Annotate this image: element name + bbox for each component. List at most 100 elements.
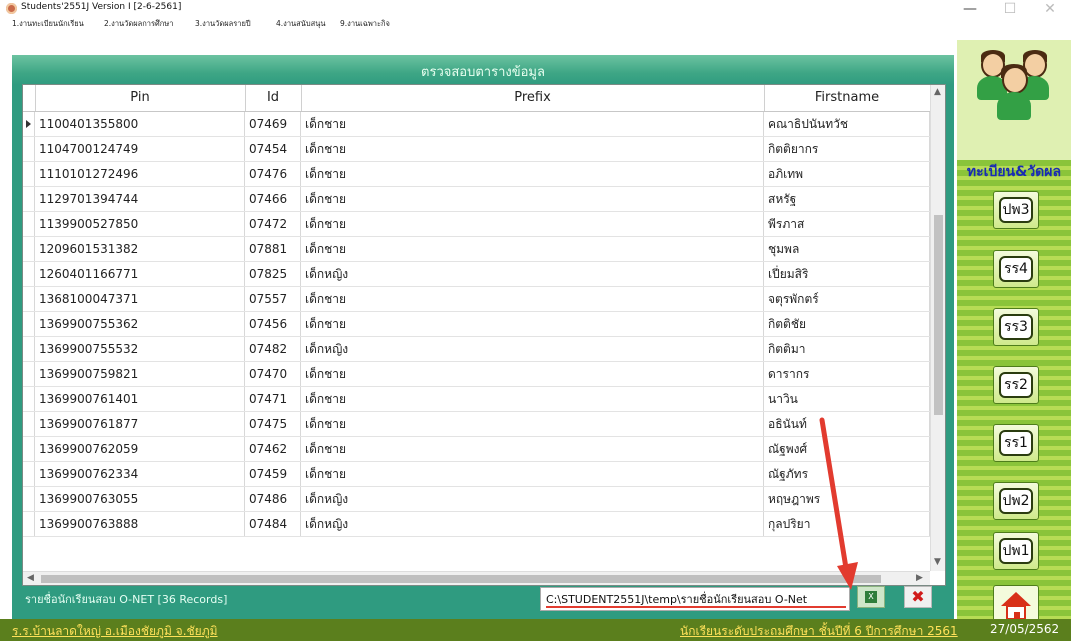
cell-prefix[interactable]: เด็กชาย bbox=[301, 237, 764, 261]
cell-firstname[interactable]: พีรภาส bbox=[764, 212, 930, 236]
column-header-prefix[interactable]: Prefix bbox=[301, 85, 765, 111]
cell-firstname[interactable]: กุลปริยา bbox=[764, 512, 930, 536]
cell-id[interactable]: 07475 bbox=[245, 412, 301, 436]
cell-prefix[interactable]: เด็กชาย bbox=[301, 287, 764, 311]
table-row[interactable]: 1369900762334 07459 เด็กชาย ณัฐภัทร bbox=[23, 462, 945, 487]
cell-prefix[interactable]: เด็กชาย bbox=[301, 112, 764, 136]
cell-pin[interactable]: 1129701394744 bbox=[35, 187, 245, 211]
cell-firstname[interactable]: จตุรพักตร์ bbox=[764, 287, 930, 311]
table-row[interactable]: 1368100047371 07557 เด็กชาย จตุรพักตร์ bbox=[23, 287, 945, 312]
vertical-scrollbar[interactable]: ▲ ▼ bbox=[930, 85, 945, 571]
table-row[interactable]: 1369900762059 07462 เด็กชาย ณัฐพงศ์ bbox=[23, 437, 945, 462]
menu-special[interactable]: 9.งานเฉพาะกิจ bbox=[340, 18, 390, 30]
row-indicator[interactable] bbox=[23, 462, 35, 486]
row-indicator[interactable] bbox=[23, 437, 35, 461]
row-indicator[interactable] bbox=[23, 412, 35, 436]
cell-id[interactable]: 07454 bbox=[245, 137, 301, 161]
cell-firstname[interactable]: สหรัฐ bbox=[764, 187, 930, 211]
scroll-right-icon[interactable]: ▶ bbox=[916, 573, 923, 583]
cell-prefix[interactable]: เด็กชาย bbox=[301, 362, 764, 386]
cell-prefix[interactable]: เด็กชาย bbox=[301, 212, 764, 236]
row-indicator[interactable] bbox=[23, 237, 35, 261]
row-indicator[interactable] bbox=[23, 112, 35, 136]
cell-id[interactable]: 07484 bbox=[245, 512, 301, 536]
row-indicator[interactable] bbox=[23, 187, 35, 211]
row-indicator[interactable] bbox=[23, 287, 35, 311]
row-indicator[interactable] bbox=[23, 162, 35, 186]
column-header-firstname[interactable]: Firstname bbox=[764, 85, 931, 111]
close-panel-button[interactable]: ✖ bbox=[904, 586, 932, 608]
cell-firstname[interactable]: หฤษฎาพร bbox=[764, 487, 930, 511]
button-rr4[interactable]: รร4 bbox=[993, 250, 1039, 288]
cell-id[interactable]: 07470 bbox=[245, 362, 301, 386]
table-row[interactable]: 1369900759821 07470 เด็กชาย ดารากร bbox=[23, 362, 945, 387]
cell-prefix[interactable]: เด็กหญิง bbox=[301, 337, 764, 361]
table-row[interactable]: 1129701394744 07466 เด็กชาย สหรัฐ bbox=[23, 187, 945, 212]
cell-prefix[interactable]: เด็กชาย bbox=[301, 462, 764, 486]
cell-firstname[interactable]: กิตติมา bbox=[764, 337, 930, 361]
cell-prefix[interactable]: เด็กชาย bbox=[301, 437, 764, 461]
button-pp3[interactable]: ปพ3 bbox=[993, 191, 1039, 229]
column-header-pin[interactable]: Pin bbox=[35, 85, 246, 111]
row-indicator[interactable] bbox=[23, 312, 35, 336]
scroll-down-icon[interactable]: ▼ bbox=[934, 557, 941, 567]
row-indicator[interactable] bbox=[23, 487, 35, 511]
cell-id[interactable]: 07462 bbox=[245, 437, 301, 461]
cell-id[interactable]: 07456 bbox=[245, 312, 301, 336]
cell-pin[interactable]: 1369900755362 bbox=[35, 312, 245, 336]
cell-firstname[interactable]: ชุมพล bbox=[764, 237, 930, 261]
row-indicator[interactable] bbox=[23, 212, 35, 236]
cell-firstname[interactable]: นาวิน bbox=[764, 387, 930, 411]
cell-prefix[interactable]: เด็กชาย bbox=[301, 312, 764, 336]
cell-id[interactable]: 07557 bbox=[245, 287, 301, 311]
cell-firstname[interactable]: กิตติยากร bbox=[764, 137, 930, 161]
cell-pin[interactable]: 1369900763888 bbox=[35, 512, 245, 536]
menu-evaluation[interactable]: 2.งานวัดผลการศึกษา bbox=[104, 18, 173, 30]
table-row[interactable]: 1104700124749 07454 เด็กชาย กิตติยากร bbox=[23, 137, 945, 162]
cell-pin[interactable]: 1369900762059 bbox=[35, 437, 245, 461]
cell-prefix[interactable]: เด็กชาย bbox=[301, 187, 764, 211]
cell-id[interactable]: 07476 bbox=[245, 162, 301, 186]
button-pp1[interactable]: ปพ1 bbox=[993, 532, 1039, 570]
cell-pin[interactable]: 1110101272496 bbox=[35, 162, 245, 186]
menu-registration[interactable]: 1.งานทะเบียนนักเรียน bbox=[12, 18, 84, 30]
row-indicator[interactable] bbox=[23, 387, 35, 411]
cell-pin[interactable]: 1369900759821 bbox=[35, 362, 245, 386]
cell-id[interactable]: 07881 bbox=[245, 237, 301, 261]
table-row[interactable]: 1369900755362 07456 เด็กชาย กิตติชัย bbox=[23, 312, 945, 337]
table-row[interactable]: 1209601531382 07881 เด็กชาย ชุมพล bbox=[23, 237, 945, 262]
row-indicator[interactable] bbox=[23, 362, 35, 386]
cell-pin[interactable]: 1369900763055 bbox=[35, 487, 245, 511]
cell-pin[interactable]: 1369900755532 bbox=[35, 337, 245, 361]
cell-id[interactable]: 07459 bbox=[245, 462, 301, 486]
cell-id[interactable]: 07825 bbox=[245, 262, 301, 286]
cell-prefix[interactable]: เด็กหญิง bbox=[301, 262, 764, 286]
cell-pin[interactable]: 1100401355800 bbox=[35, 112, 245, 136]
vertical-scroll-thumb[interactable] bbox=[934, 215, 943, 415]
row-indicator[interactable] bbox=[23, 337, 35, 361]
table-row[interactable]: 1110101272496 07476 เด็กชาย อภิเทพ bbox=[23, 162, 945, 187]
cell-firstname[interactable]: เปี่ยมสิริ bbox=[764, 262, 930, 286]
column-header-id[interactable]: Id bbox=[245, 85, 302, 111]
cell-prefix[interactable]: เด็กชาย bbox=[301, 412, 764, 436]
cell-id[interactable]: 07472 bbox=[245, 212, 301, 236]
horizontal-scroll-thumb[interactable] bbox=[41, 575, 881, 583]
cell-firstname[interactable]: ณัฐพงศ์ bbox=[764, 437, 930, 461]
cell-prefix[interactable]: เด็กชาย bbox=[301, 387, 764, 411]
table-row[interactable]: 1139900527850 07472 เด็กชาย พีรภาส bbox=[23, 212, 945, 237]
table-row[interactable]: 1260401166771 07825 เด็กหญิง เปี่ยมสิริ bbox=[23, 262, 945, 287]
menu-yearly-evaluation[interactable]: 3.งานวัดผลรายปี bbox=[195, 18, 251, 30]
cell-firstname[interactable]: อธินันท์ bbox=[764, 412, 930, 436]
cell-pin[interactable]: 1104700124749 bbox=[35, 137, 245, 161]
cell-firstname[interactable]: ณัฐภัทร bbox=[764, 462, 930, 486]
cell-pin[interactable]: 1260401166771 bbox=[35, 262, 245, 286]
minimize-button[interactable]: — bbox=[950, 0, 990, 18]
row-indicator[interactable] bbox=[23, 262, 35, 286]
maximize-button[interactable]: ☐ bbox=[990, 0, 1030, 18]
table-row[interactable]: 1369900763055 07486 เด็กหญิง หฤษฎาพร bbox=[23, 487, 945, 512]
cell-firstname[interactable]: คณาธิปนันทวัช bbox=[764, 112, 930, 136]
export-excel-button[interactable]: X bbox=[857, 586, 885, 608]
cell-firstname[interactable]: กิตติชัย bbox=[764, 312, 930, 336]
cell-pin[interactable]: 1369900761877 bbox=[35, 412, 245, 436]
cell-pin[interactable]: 1139900527850 bbox=[35, 212, 245, 236]
